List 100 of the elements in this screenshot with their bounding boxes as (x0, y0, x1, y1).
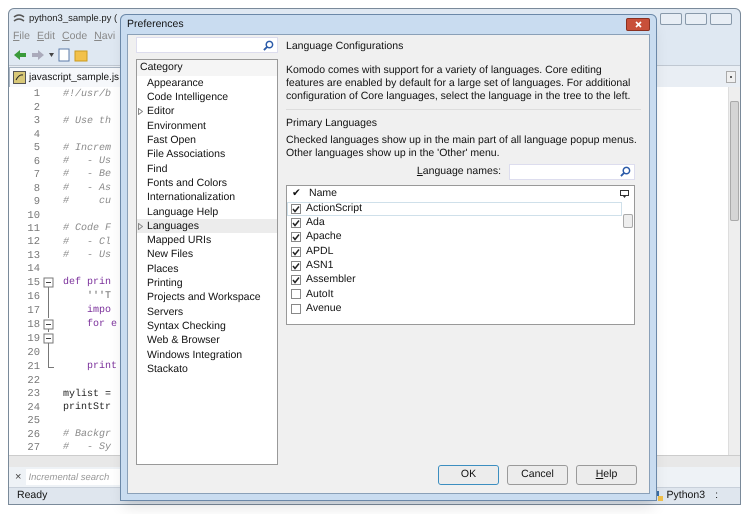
category-item[interactable]: Servers (137, 304, 277, 320)
close-search-button[interactable]: × (15, 472, 22, 482)
checkbox[interactable] (291, 260, 301, 271)
line-number: 9 (32, 197, 40, 208)
vertical-scrollbar-thumb[interactable] (730, 101, 739, 221)
line-number: 17 (26, 306, 40, 317)
script-file-icon (13, 71, 26, 84)
dialog-button[interactable]: OK (438, 465, 499, 485)
language-spinner[interactable]: : (715, 488, 718, 504)
code-line: # Backgr (63, 430, 112, 440)
language-row[interactable]: Avenue (287, 302, 622, 316)
category-item[interactable]: Code Intelligence (137, 90, 277, 105)
category-item[interactable]: Web & Browser (137, 333, 277, 348)
category-item[interactable]: Places (137, 262, 277, 276)
line-number: 2 (32, 102, 40, 114)
line-number: 21 (26, 362, 40, 373)
language-row[interactable]: ActionScript (287, 202, 622, 216)
category-item[interactable]: Editor (137, 104, 277, 119)
dialog-button[interactable]: Cancel (507, 465, 568, 485)
code-line: # - Cl (63, 238, 112, 248)
checkbox[interactable] (291, 218, 301, 228)
line-number: 14 (26, 264, 40, 275)
code-line: mylist = (63, 390, 112, 400)
code-line: # - Us (63, 156, 112, 167)
search-icon (620, 166, 631, 177)
code-line: # - Be (63, 170, 112, 180)
name-column-header[interactable]: Name (309, 186, 338, 202)
category-item[interactable]: Appearance (137, 76, 277, 90)
code-line: printStr (63, 402, 112, 413)
expand-arrow-icon[interactable] (138, 108, 143, 116)
category-item[interactable]: File Associations (137, 147, 277, 162)
line-number: 20 (26, 348, 40, 359)
category-item[interactable]: Windows Integration (137, 348, 277, 362)
close-button[interactable] (626, 18, 650, 31)
minimize-button[interactable] (660, 13, 682, 25)
line-number: 10 (26, 210, 40, 222)
checkbox[interactable] (291, 304, 301, 314)
category-item[interactable]: Stackato (137, 362, 277, 376)
language-row[interactable]: Assembler (287, 272, 622, 288)
checkbox[interactable] (291, 204, 301, 214)
language-row[interactable]: ASN1 (287, 258, 622, 273)
code-line: def prin (63, 278, 112, 288)
filter-field[interactable] (136, 37, 278, 53)
language-row[interactable]: Apache (287, 230, 622, 244)
fold-toggle-icon[interactable] (43, 318, 54, 332)
language-names-field[interactable] (509, 164, 635, 180)
code-line: impo (86, 306, 112, 316)
line-number: 25 (26, 416, 40, 427)
new-file-icon[interactable] (58, 48, 70, 62)
checkbox[interactable] (291, 275, 301, 286)
list-scrollbar-thumb[interactable] (623, 214, 633, 228)
category-item[interactable]: Languages (137, 218, 277, 234)
category-item[interactable]: Language Help (137, 204, 277, 219)
window-title: python3_sample.py ( (29, 12, 118, 26)
line-number: 6 (32, 156, 40, 168)
line-number: 16 (26, 292, 40, 303)
dialog-title: Preferences (127, 16, 184, 32)
line-number: 18 (26, 320, 40, 331)
category-item[interactable]: Fonts and Colors (137, 176, 277, 190)
line-number: 12 (26, 237, 40, 248)
section-description: Checked languages show up in the main part of all language popup menus. Other languages show up in the 'Other' menu. (286, 134, 638, 160)
tab-menu-icon[interactable] (726, 71, 736, 83)
maximize-button[interactable] (685, 13, 707, 25)
language-selector[interactable]: Python3 (666, 488, 706, 504)
search-icon (263, 40, 274, 50)
category-item[interactable]: Find (137, 162, 277, 176)
line-number: 1 (32, 89, 40, 100)
code-line: # - Sy (63, 443, 112, 454)
line-number: 11 (26, 224, 40, 234)
category-item[interactable]: Syntax Checking (137, 319, 277, 334)
line-number: 13 (26, 250, 40, 262)
code-line: for e (86, 320, 118, 330)
status-text: Ready (17, 488, 48, 504)
category-item[interactable]: New Files (137, 248, 277, 262)
section-title: Language Configurations (286, 39, 404, 54)
category-item[interactable]: Environment (137, 118, 277, 134)
fold-toggle-icon[interactable] (43, 276, 54, 290)
language-row[interactable]: APDL (287, 244, 622, 259)
line-number: 22 (26, 376, 40, 386)
category-item[interactable]: Printing (137, 276, 277, 290)
check-column-header[interactable]: ✔ (292, 186, 301, 202)
back-arrow-icon[interactable] (13, 49, 27, 61)
line-number: 3 (32, 116, 40, 127)
checkbox[interactable] (291, 232, 301, 242)
checkbox[interactable] (291, 246, 301, 257)
language-row[interactable]: Ada (287, 216, 622, 230)
category-item[interactable]: Projects and Workspace (137, 290, 277, 305)
column-picker-icon[interactable] (620, 190, 629, 198)
category-item[interactable]: Fast Open (137, 133, 277, 148)
category-item[interactable]: Mapped URIs (137, 233, 277, 248)
expand-arrow-icon[interactable] (138, 222, 143, 230)
dialog-button[interactable]: Help (576, 465, 637, 485)
code-line: # - Us (63, 251, 112, 262)
dropdown-caret-icon[interactable] (49, 53, 54, 57)
column-header: Category (137, 60, 277, 76)
checkbox[interactable] (291, 289, 301, 300)
fold-toggle-icon[interactable] (43, 332, 54, 346)
language-row[interactable]: AutoIt (287, 287, 622, 302)
code-line: # Use th (63, 116, 112, 127)
category-item[interactable]: Internationalization (137, 190, 277, 205)
